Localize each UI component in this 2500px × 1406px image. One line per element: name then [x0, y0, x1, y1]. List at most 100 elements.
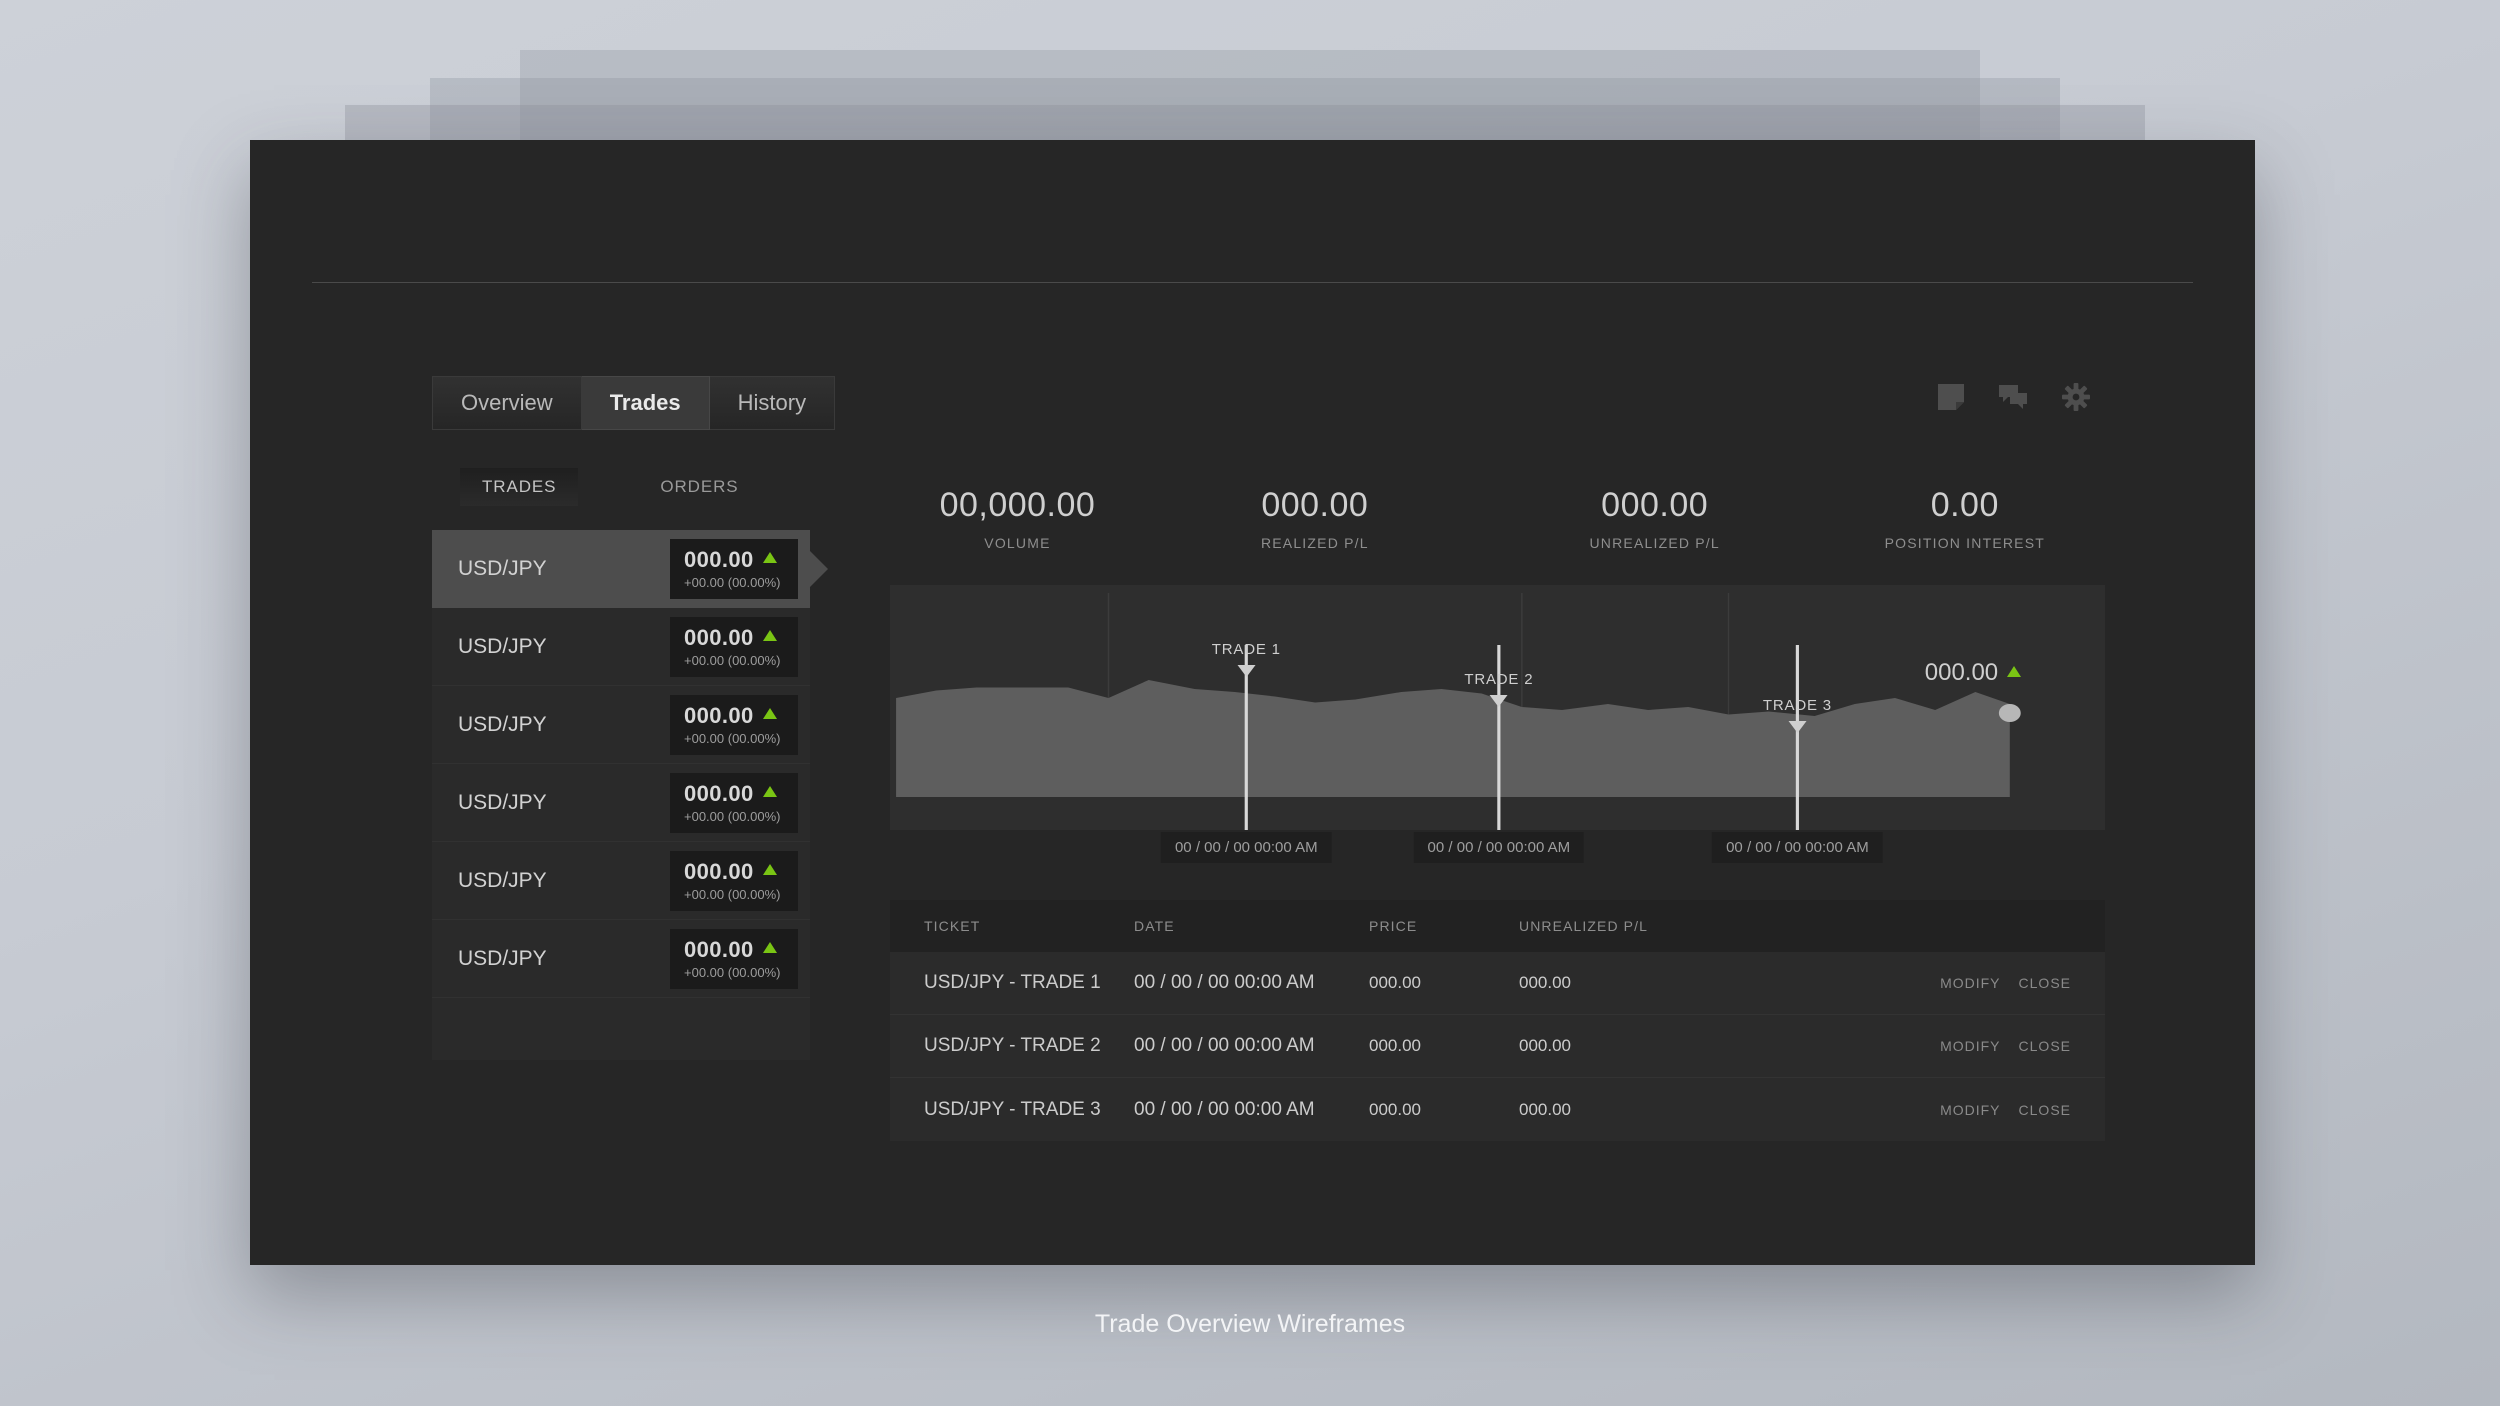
- kpi-unrealized-p-l: 000.00 UNREALIZED P/L: [1485, 486, 1825, 551]
- subtab-trades[interactable]: TRADES: [460, 468, 579, 506]
- trade-change-value: +00.00 (00.00%): [684, 652, 781, 668]
- trade-price-chip: 000.00 +00.00 (00.00%): [670, 772, 798, 833]
- cell-price: 000.00: [1369, 973, 1421, 992]
- trade-price-value: 000.00: [684, 624, 754, 650]
- chart-date-labels: 00 / 00 / 00 00:00 AM 00 / 00 / 00 00:00 …: [890, 832, 2105, 878]
- cell-price: 000.00: [1369, 1036, 1421, 1055]
- price-chart[interactable]: TRADE 1 TRADE 2 TRADE 3 000.00: [890, 585, 2105, 830]
- trade-pair-label: USD/JPY: [458, 712, 547, 736]
- trade-price-chip: 000.00 +00.00 (00.00%): [670, 850, 798, 911]
- trade-list-item[interactable]: USD/JPY 000.00 +00.00 (00.00%): [432, 764, 810, 842]
- table-header-cell: PRICE: [1369, 918, 1418, 934]
- close-button[interactable]: CLOSE: [2019, 1038, 2071, 1054]
- kpi-label: REALIZED P/L: [1260, 535, 1369, 551]
- trade-list-item[interactable]: USD/JPY 000.00 +00.00 (00.00%): [432, 608, 810, 686]
- close-button[interactable]: CLOSE: [2019, 1102, 2071, 1118]
- row-actions: MODIFY CLOSE: [1940, 1102, 2071, 1118]
- modify-button[interactable]: MODIFY: [1940, 975, 2000, 991]
- table-header-row: TICKET DATE PRICE UNREALIZED P/L: [890, 900, 2105, 952]
- row-actions: MODIFY CLOSE: [1940, 1038, 2071, 1054]
- caret-up-icon: [762, 552, 777, 563]
- cell-price: 000.00: [1369, 1099, 1421, 1119]
- chart-date-chip: 00 / 00 / 00 00:00 AM: [1413, 832, 1585, 863]
- trade-marker[interactable]: TRADE 3: [1763, 697, 1832, 733]
- kpi-value: 0.00: [1930, 486, 1999, 524]
- tab-trades[interactable]: Trades: [581, 376, 710, 430]
- header-icon-group: [1938, 383, 2090, 416]
- table-row[interactable]: USD/JPY - TRADE 1 00 / 00 / 00 00:00 AM 00…: [890, 952, 2105, 1015]
- trade-price-value: 000.00: [684, 702, 754, 728]
- trade-list-item[interactable]: USD/JPY 000.00 +00.00 (00.00%): [432, 530, 828, 608]
- cell-unrealized-pl: 000.00: [1519, 973, 1571, 992]
- table-row[interactable]: USD/JPY - TRADE 2 00 / 00 / 00 00:00 AM 00…: [890, 1015, 2105, 1078]
- modify-button[interactable]: MODIFY: [1940, 1102, 2000, 1118]
- table-body: USD/JPY - TRADE 1 00 / 00 / 00 00:00 AM 00…: [890, 952, 2105, 1141]
- window-body: Overview Trades History TRADES ORDERS US…: [250, 283, 2255, 1265]
- kpi-label: POSITION INTEREST: [1884, 535, 2046, 551]
- kpi-value: 000.00: [1261, 486, 1369, 524]
- caret-up-icon: [762, 786, 777, 797]
- trade-price-value: 000.00: [684, 936, 754, 962]
- gear-icon[interactable]: [2062, 383, 2090, 416]
- trade-price-value: 000.00: [684, 858, 754, 884]
- kpi-row: 00,000.00 VOLUME 000.00 REALIZED P/L 000.00 U…: [890, 468, 2105, 585]
- caret-up-icon: [762, 942, 777, 953]
- modify-button[interactable]: MODIFY: [1940, 1038, 2000, 1054]
- table-header-cell: UNREALIZED P/L: [1519, 918, 1648, 934]
- kpi-label: UNREALIZED P/L: [1589, 535, 1720, 551]
- note-icon[interactable]: [1938, 384, 1964, 415]
- close-button[interactable]: CLOSE: [2019, 975, 2071, 991]
- cell-ticket: USD/JPY - TRADE 1: [924, 972, 1101, 993]
- caret-up-icon: [762, 708, 777, 719]
- main-content: 00,000.00 VOLUME 000.00 REALIZED P/L 000.00 U…: [890, 468, 2105, 1141]
- table-header-cell: DATE: [1134, 918, 1175, 934]
- trade-change-value: +00.00 (00.00%): [684, 886, 781, 902]
- kpi-value: 00,000.00: [939, 486, 1096, 524]
- last-price-value: 000.00: [1924, 659, 1999, 686]
- primary-tabs: Overview Trades History: [432, 376, 836, 430]
- tab-overview[interactable]: Overview: [432, 376, 582, 430]
- table-row[interactable]: USD/JPY - TRADE 3 00 / 00 / 00 00:00 AM 00…: [890, 1078, 2105, 1141]
- selection-pointer-icon: [809, 549, 828, 588]
- window-header: [250, 140, 2255, 282]
- trade-marker[interactable]: TRADE 2: [1464, 671, 1533, 707]
- trade-change-value: +00.00 (00.00%): [684, 964, 781, 980]
- trade-price-chip: 000.00 +00.00 (00.00%): [670, 694, 798, 755]
- trade-list-item[interactable]: USD/JPY 000.00 +00.00 (00.00%): [432, 842, 810, 920]
- trade-change-value: +00.00 (00.00%): [684, 574, 781, 590]
- price-chart-svg: [890, 585, 2105, 830]
- trade-list-item[interactable]: USD/JPY 000.00 +00.00 (00.00%): [432, 686, 810, 764]
- trade-price-chip: 000.00 +00.00 (00.00%): [670, 616, 798, 677]
- trade-pair-label: USD/JPY: [458, 868, 547, 892]
- row-actions: MODIFY CLOSE: [1940, 975, 2071, 991]
- caret-up-icon: [762, 864, 777, 875]
- cell-unrealized-pl: 000.00: [1519, 1099, 1571, 1119]
- chart-date-chip: 00 / 00 / 00 00:00 AM: [1160, 832, 1332, 863]
- trade-marker[interactable]: TRADE 1: [1212, 641, 1281, 677]
- trade-marker-label: TRADE 3: [1762, 697, 1832, 714]
- trade-price-value: 000.00: [684, 546, 754, 572]
- marker-arrow-icon: [1788, 721, 1807, 733]
- cell-date: 00 / 00 / 00 00:00 AM: [1134, 972, 1315, 993]
- chat-icon[interactable]: [1998, 384, 2028, 415]
- trades-table: TICKET DATE PRICE UNREALIZED P/L USD/JPY - …: [890, 900, 2105, 1141]
- tab-history[interactable]: History: [709, 376, 836, 430]
- cell-unrealized-pl: 000.00: [1519, 1036, 1571, 1055]
- trade-price-chip: 000.00 +00.00 (00.00%): [670, 538, 798, 599]
- table-header-cell: TICKET: [924, 918, 981, 934]
- subtab-orders[interactable]: ORDERS: [638, 468, 760, 506]
- trade-change-value: +00.00 (00.00%): [684, 808, 781, 824]
- kpi-volume: 00,000.00 VOLUME: [890, 486, 1145, 551]
- trade-change-value: +00.00 (00.00%): [684, 730, 781, 746]
- marker-arrow-icon: [1237, 665, 1256, 677]
- trade-price-value: 000.00: [684, 780, 754, 806]
- page-caption: Trade Overview Wireframes: [1094, 1310, 1406, 1338]
- caret-up-icon: [762, 630, 777, 641]
- trade-list-item[interactable]: USD/JPY 000.00 +00.00 (00.00%): [432, 920, 810, 998]
- chart-date-chip: 00 / 00 / 00 00:00 AM: [1712, 832, 1883, 863]
- cell-date: 00 / 00 / 00 00:00 AM: [1134, 1035, 1315, 1056]
- cell-date: 00 / 00 / 00 00:00 AM: [1134, 1098, 1315, 1120]
- trade-pair-label: USD/JPY: [458, 556, 547, 580]
- cell-ticket: USD/JPY - TRADE 3: [924, 1098, 1101, 1120]
- kpi-position-interest: 0.00 POSITION INTEREST: [1825, 486, 2105, 551]
